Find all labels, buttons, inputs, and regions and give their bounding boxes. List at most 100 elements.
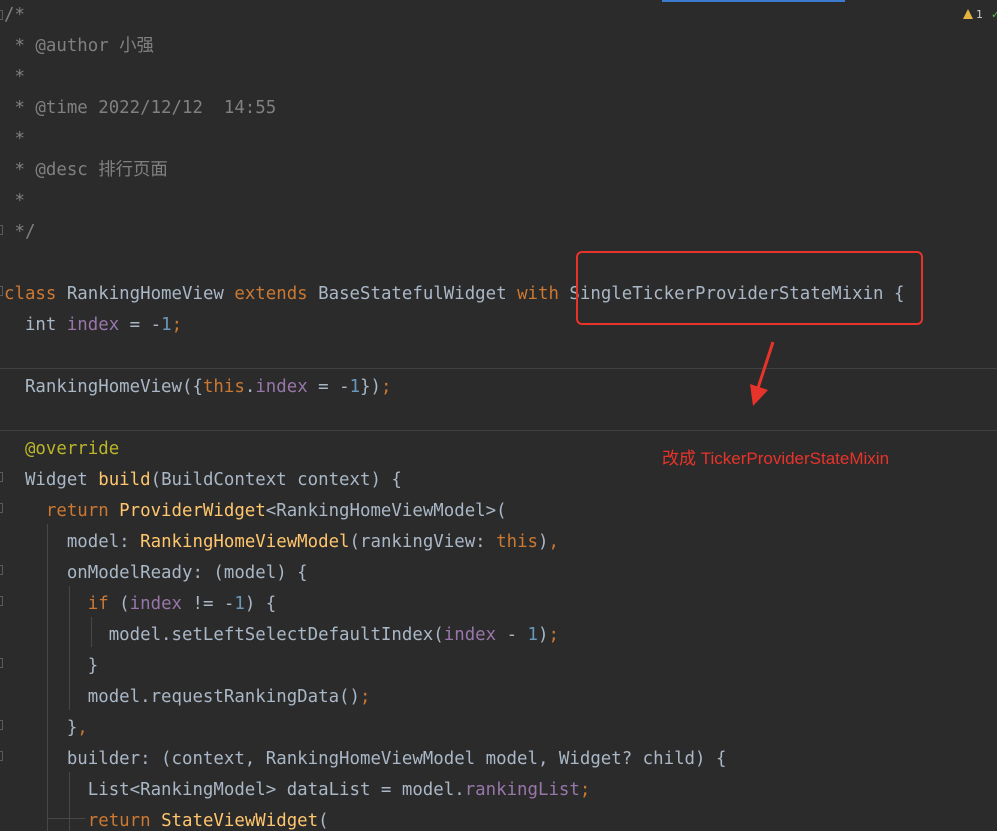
fold-marker[interactable]	[0, 286, 3, 296]
code-token: .	[244, 377, 256, 397]
code-token: class	[4, 284, 67, 304]
fold-marker[interactable]	[0, 596, 3, 606]
code-token: Widget	[4, 470, 99, 490]
code-token: BaseStatefulWidget	[318, 284, 518, 304]
code-token: -	[496, 625, 528, 645]
warning-count: 1	[976, 7, 983, 21]
code-line-text: List<RankingModel> dataList = model.rank…	[4, 775, 591, 806]
code-token: onModelReady: (model) {	[4, 563, 308, 583]
code-line-text: int index = -1;	[4, 310, 182, 341]
code-line-text: *	[4, 124, 25, 155]
code-token: RankingHomeViewModel	[140, 532, 350, 552]
code-line-text: Widget build(BuildContext context) {	[4, 465, 402, 496]
code-token: /*	[4, 5, 25, 25]
code-token: ;	[381, 377, 392, 397]
code-token: = -	[119, 315, 162, 335]
code-line-text: return ProviderWidget<RankingHomeViewMod…	[4, 496, 507, 527]
code-token: * @desc 排行页面	[4, 160, 168, 180]
code-token: )	[538, 625, 549, 645]
code-token: extends	[234, 284, 319, 304]
code-token: 1	[234, 594, 245, 614]
code-token: index	[255, 377, 308, 397]
code-token: int	[4, 315, 67, 335]
fold-marker[interactable]	[0, 565, 3, 575]
code-token: }	[4, 656, 99, 676]
code-token: return	[4, 811, 162, 831]
code-token: ;	[171, 315, 183, 335]
code-line-text: * @time 2022/12/12 14:55	[4, 93, 276, 124]
check-icon: ✓	[991, 8, 997, 21]
code-token: builder: (context, RankingHomeViewModel …	[4, 749, 727, 769]
method-separator	[0, 368, 997, 369]
code-token: }	[4, 718, 78, 738]
code-token: *	[4, 129, 25, 149]
code-line-text: * @author 小强	[4, 31, 153, 62]
code-token: RankingHomeView	[66, 284, 235, 304]
code-token: 1	[527, 625, 539, 645]
code-token: @override	[4, 439, 120, 459]
code-line-text: */	[4, 217, 35, 248]
code-token: with	[517, 284, 570, 304]
code-token: this	[202, 377, 245, 397]
code-token: (	[318, 811, 329, 831]
code-token: 1	[161, 315, 172, 335]
code-token: RankingHomeView({	[4, 377, 203, 397]
code-token: model.requestRankingData()	[4, 687, 360, 707]
code-editor[interactable]: 1 ✓ /* * @author 小强 * * @time 2022/12/12…	[0, 0, 997, 831]
fold-marker[interactable]	[0, 472, 3, 482]
code-token: <RankingHomeViewModel>(	[265, 501, 507, 521]
code-line-text: * @desc 排行页面	[4, 155, 168, 186]
fold-marker[interactable]	[0, 751, 3, 761]
code-token: * @time 2022/12/12 14:55	[4, 98, 277, 118]
code-token: ;	[579, 780, 591, 800]
code-line-text: }	[4, 651, 98, 682]
fold-marker[interactable]	[0, 720, 3, 730]
fold-marker[interactable]	[0, 503, 3, 513]
code-line-text: model.setLeftSelectDefaultIndex(index - …	[4, 620, 559, 651]
code-token: ProviderWidget	[119, 501, 266, 521]
code-token: index	[443, 625, 497, 645]
code-token: (	[119, 594, 130, 614]
code-token: this	[496, 532, 539, 552]
code-token: model.setLeftSelectDefaultIndex(	[4, 625, 444, 645]
code-token: StateViewWidget	[161, 811, 319, 831]
code-line-text: @override	[4, 434, 119, 465]
code-token: != -	[182, 594, 235, 614]
code-token: model:	[4, 532, 141, 552]
code-token: ,	[77, 718, 88, 738]
code-token: ;	[359, 687, 371, 707]
inspection-widget[interactable]: 1	[963, 6, 983, 22]
code-token: if	[4, 594, 120, 614]
code-token: */	[4, 222, 36, 242]
code-token: ) {	[244, 594, 277, 614]
code-token: List<RankingModel> dataList = model.	[4, 780, 465, 800]
method-separator	[0, 430, 997, 431]
code-line-text: *	[4, 186, 24, 217]
code-line-text: model.requestRankingData();	[4, 682, 371, 713]
warning-icon	[963, 9, 973, 19]
code-token: 1	[349, 377, 361, 397]
code-token: )	[538, 532, 549, 552]
code-line-text: model: RankingHomeViewModel(rankingView:…	[4, 527, 559, 558]
highlight-box	[576, 251, 923, 325]
fold-marker[interactable]	[0, 225, 3, 235]
fold-marker[interactable]	[0, 10, 3, 20]
code-line-text: onModelReady: (model) {	[4, 558, 308, 589]
code-token: index	[129, 594, 183, 614]
code-token: (BuildContext context) {	[150, 470, 402, 490]
code-token: return	[4, 501, 120, 521]
code-line-text: return StateViewWidget(	[4, 806, 329, 831]
code-token: index	[66, 315, 120, 335]
fold-marker[interactable]	[0, 658, 3, 668]
code-line-text: RankingHomeView({this.index = -1});	[4, 372, 392, 403]
arrow-down-icon	[750, 341, 775, 406]
code-line-text: /*	[4, 0, 25, 31]
code-token: build	[98, 470, 151, 490]
code-token: = -	[307, 377, 350, 397]
annotation-note: 改成 TickerProviderStateMixin	[662, 449, 890, 468]
code-token: ;	[548, 625, 559, 645]
code-line-text: },	[4, 713, 88, 744]
code-token: *	[4, 67, 25, 87]
code-token: })	[360, 377, 381, 397]
code-token: (rankingView:	[349, 532, 497, 552]
